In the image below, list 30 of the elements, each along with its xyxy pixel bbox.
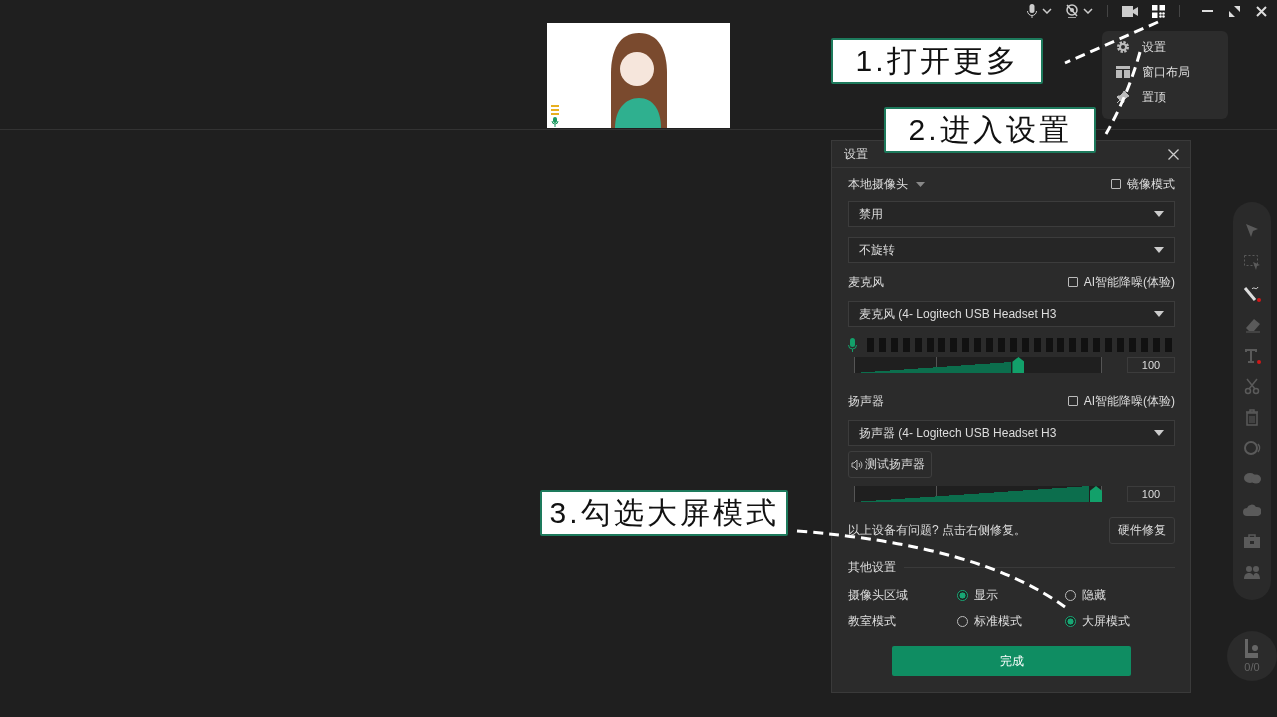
section-label: 本地摄像头 [848,175,908,193]
annotation-callout: 2.进入设置 [884,107,1096,153]
checkbox-label: 镜像模式 [1127,175,1175,193]
setting-label: 教室模式 [848,612,897,630]
dropdown-select[interactable]: 不旋转 [848,237,1175,263]
dropdown-select[interactable]: 扬声器 (4- Logitech USB Headset H3 [848,420,1175,446]
dropdown-select[interactable]: 麦克风 (4- Logitech USB Headset H3 [848,301,1175,327]
setting-label: 摄像头区域 [848,586,909,604]
menu-item[interactable]: 窗口布局 [1116,63,1228,81]
menu-item[interactable]: 设置 [1116,38,1228,56]
done-button[interactable]: 完成 [892,646,1131,676]
volume-value-field[interactable]: 100 [1127,486,1175,502]
menu-item[interactable]: 置顶 [1116,88,1228,106]
hint-text: 以上设备有问题? 点击右侧修复。 [848,522,1026,539]
section-label: 扬声器 [848,392,884,410]
radio-label: 显示 [974,586,998,604]
annotation-callout: 3.勾选大屏模式 [540,490,788,536]
radio-label: 标准模式 [974,612,1022,630]
section-label: 其他设置 [848,558,896,576]
radio-label: 隐藏 [1082,586,1106,604]
checkbox-label: AI智能降噪(体验) [1083,273,1175,291]
checkbox-label: AI智能降噪(体验) [1083,392,1175,410]
hardware-repair-button[interactable]: 硬件修复 [1109,517,1175,544]
dialog-title: 设置 [844,145,868,163]
radio-label: 大屏模式 [1082,612,1130,630]
volume-value-field[interactable]: 100 [1127,357,1175,373]
test-speaker-button[interactable]: 测试扬声器 [848,451,932,478]
annotation-callout: 1.打开更多 [831,38,1043,84]
section-label: 麦克风 [848,273,884,291]
dropdown-select[interactable]: 禁用 [848,201,1175,227]
